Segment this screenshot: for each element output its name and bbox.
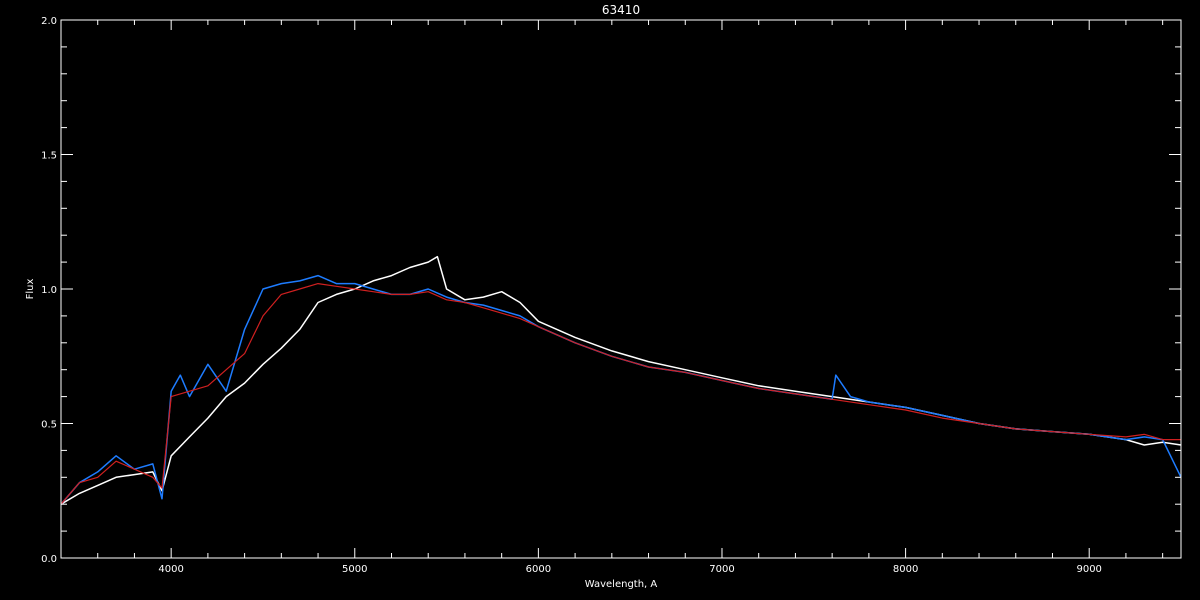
chart-title: 63410 — [602, 3, 640, 17]
y-tick-label: 1.0 — [41, 285, 57, 296]
x-tick-label: 7000 — [709, 564, 734, 575]
x-tick-label: 8000 — [893, 564, 918, 575]
chart-background — [0, 0, 1200, 600]
y-axis-label: Flux — [25, 279, 36, 300]
x-tick-label: 4000 — [158, 564, 183, 575]
x-tick-label: 6000 — [526, 564, 551, 575]
spectrum-chart: 4000 5000 6000 7000 8000 90000.00.51.01.52.0 … — [0, 0, 1200, 600]
y-tick-label: 2.0 — [41, 16, 57, 27]
x-axis-label: Wavelength, A — [585, 579, 658, 590]
x-tick-label: 9000 — [1076, 564, 1101, 575]
y-tick-label: 0.0 — [41, 554, 57, 565]
y-tick-label: 0.5 — [41, 420, 57, 431]
y-tick-label: 1.5 — [41, 151, 57, 162]
x-tick-label: 5000 — [342, 564, 367, 575]
